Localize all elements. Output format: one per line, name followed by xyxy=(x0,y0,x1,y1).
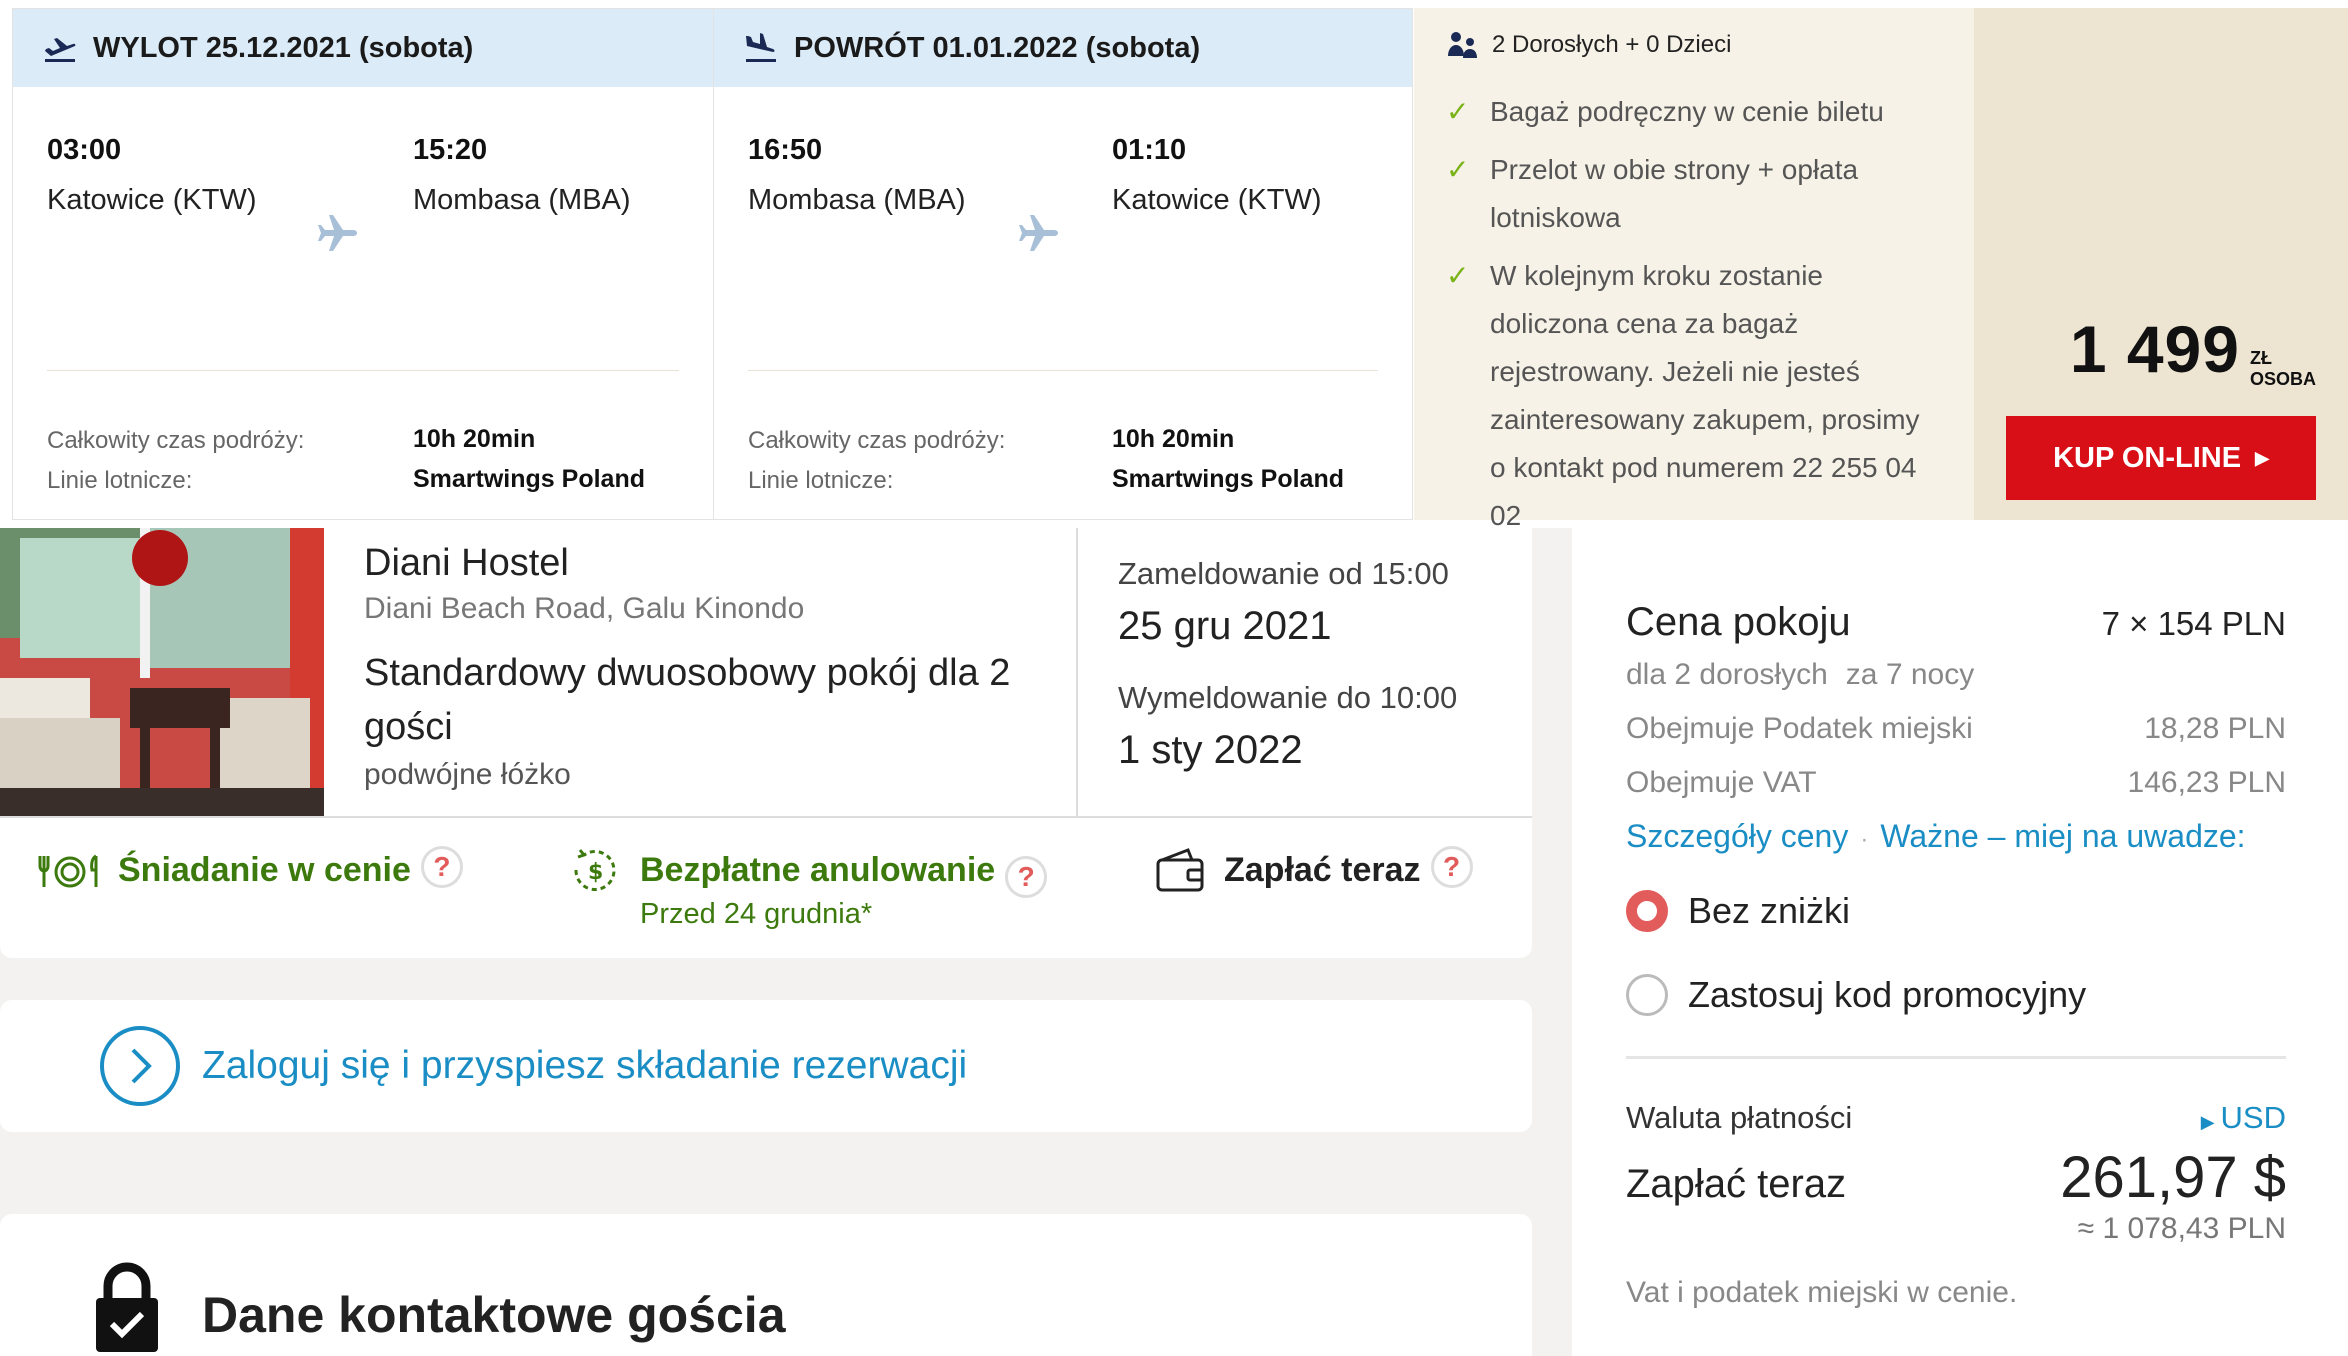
outbound-dep-city: Katowice (KTW) xyxy=(47,184,257,216)
plane-takeoff-icon xyxy=(45,38,76,62)
hotel-card: Diani Hostel Diani Beach Road, Galu Kino… xyxy=(0,528,1532,958)
outbound-airline-label: Linie lotnicze: xyxy=(47,467,193,494)
outbound-duration: 10h 20min xyxy=(413,425,536,453)
nights-info: za 7 nocy xyxy=(1845,658,1975,691)
svg-text:$: $ xyxy=(588,860,603,885)
flight-section: WYLOT 25.12.2021 (sobota) 03:00 15:20 Ka… xyxy=(0,0,2348,531)
help-icon[interactable]: ? xyxy=(1005,855,1048,898)
feature-item: ✓ Bagaż podręczny w cenie biletu xyxy=(1446,88,1942,136)
room-price-label: Cena pokoju xyxy=(1626,600,1851,644)
plane-icon xyxy=(318,215,357,251)
price-summary: Cena pokoju 7 × 154 PLN dla 2 dorosłych … xyxy=(1572,528,2348,1356)
contact-title: Dane kontaktowe gościa xyxy=(202,1287,786,1343)
pay-now-pln: ≈ 1 078,43 PLN xyxy=(2077,1212,2286,1245)
vat-label: Obejmuje VAT xyxy=(1626,766,1817,799)
login-banner[interactable]: Zaloguj się i przyspiesz składanie rezer… xyxy=(0,1000,1532,1132)
room-type: Standardowy dwuosobowy pokój dla 2 gości xyxy=(364,652,1011,748)
guests-info: dla 2 dorosłych xyxy=(1626,658,1828,691)
feature-item: ✓ W kolejnym kroku zostanie doliczona cen… xyxy=(1446,252,1942,540)
return-duration: 10h 20min xyxy=(1112,425,1235,453)
hotel-photo[interactable] xyxy=(0,528,324,816)
checkin-date: 25 gru 2021 xyxy=(1118,604,1332,648)
breakfast-feature: Śniadanie w cenie ? xyxy=(36,846,463,894)
chevron-right-icon xyxy=(100,1026,180,1106)
help-icon[interactable]: ? xyxy=(1430,846,1473,888)
pay-now-value: 261,97 $ xyxy=(2060,1145,2286,1210)
breakfast-icon xyxy=(38,854,98,888)
return-leg: POWRÓT 01.01.2022 (sobota) 16:50 01:10 M… xyxy=(713,8,1413,520)
flight-price-box: 1 499 ZŁ OSOBA KUP ON-LINE ▶ xyxy=(1974,8,2348,520)
bed-type: podwójne łóżko xyxy=(364,758,571,791)
checkin-label: Zameldowanie od 15:00 xyxy=(1118,556,1449,591)
check-icon: ✓ xyxy=(1446,154,1470,185)
currency-label: Waluta płatności xyxy=(1626,1100,1853,1135)
return-dep-city: Mombasa (MBA) xyxy=(748,184,966,216)
flight-price: 1 499 ZŁ OSOBA xyxy=(2069,312,2316,389)
plane-icon xyxy=(1019,215,1058,251)
buy-online-button[interactable]: KUP ON-LINE ▶ xyxy=(2006,416,2316,500)
return-dep-time: 16:50 xyxy=(748,134,823,166)
check-icon: ✓ xyxy=(1446,96,1470,127)
outbound-dep-time: 03:00 xyxy=(47,134,122,166)
promo-code-option[interactable]: Zastosuj kod promocyjny xyxy=(1626,974,2086,1016)
city-tax-label: Obejmuje Podatek miejski xyxy=(1626,712,1973,745)
checkout-label: Wymeldowanie do 10:00 xyxy=(1118,680,1458,715)
return-duration-label: Całkowity czas podróży: xyxy=(748,427,1006,454)
outbound-airline: Smartwings Poland xyxy=(413,465,645,493)
currency-selector[interactable]: ▶ USD xyxy=(2201,1100,2286,1136)
outbound-arr-city: Mombasa (MBA) xyxy=(413,184,631,216)
hotel-address: Diani Beach Road, Galu Kinondo xyxy=(364,592,805,625)
hotel-name[interactable]: Diani Hostel xyxy=(364,542,569,585)
outbound-leg: WYLOT 25.12.2021 (sobota) 03:00 15:20 Ka… xyxy=(12,8,714,520)
cancellation-deadline: Przed 24 grudnia* xyxy=(640,897,873,930)
price-details-link[interactable]: Szczegóły ceny xyxy=(1626,818,1848,854)
refund-icon: $ xyxy=(574,849,616,891)
pay-now-label: Zapłać teraz xyxy=(1626,1162,1847,1206)
arrow-right-icon: ▶ xyxy=(2255,447,2269,468)
checkout-date: 1 sty 2022 xyxy=(1118,728,1303,772)
return-airline: Smartwings Poland xyxy=(1112,465,1344,493)
outbound-arr-time: 15:20 xyxy=(413,134,488,166)
outbound-duration-label: Całkowity czas podróży: xyxy=(47,427,305,454)
login-link[interactable]: Zaloguj się i przyspiesz składanie rezer… xyxy=(202,1044,967,1088)
vat-value: 146,23 PLN xyxy=(2127,766,2286,799)
wallet-icon xyxy=(1156,848,1204,892)
help-icon[interactable]: ? xyxy=(420,846,463,888)
contact-section: Dane kontaktowe gościa xyxy=(0,1214,1532,1356)
radio-selected[interactable] xyxy=(1626,890,1668,932)
radio-unselected[interactable] xyxy=(1626,974,1668,1016)
return-airline-label: Linie lotnicze: xyxy=(748,467,894,494)
important-info-link[interactable]: Ważne – miej na uwadze: xyxy=(1880,818,2245,854)
city-tax-value: 18,28 PLN xyxy=(2144,712,2286,745)
lock-icon xyxy=(96,1262,158,1352)
passengers-count: 2 Dorosłych + 0 Dzieci xyxy=(1492,31,1732,58)
return-header: POWRÓT 01.01.2022 (sobota) xyxy=(714,9,1412,87)
passengers-icon xyxy=(1448,32,1477,58)
plane-landing-icon xyxy=(746,33,776,62)
room-price-value: 7 × 154 PLN xyxy=(2101,605,2286,642)
pay-now-feature: Zapłać teraz ? xyxy=(1154,846,1473,894)
free-cancellation-feature: $ Bezpłatne anulowanie? Przed 24 grudnia… xyxy=(566,846,1048,930)
flight-info-panel: 2 Dorosłych + 0 Dzieci ✓ Bagaż podręczny … xyxy=(1414,8,1974,531)
return-arr-time: 01:10 xyxy=(1112,134,1187,166)
no-discount-option[interactable]: Bez zniżki xyxy=(1626,890,1850,932)
outbound-header: WYLOT 25.12.2021 (sobota) xyxy=(13,9,713,87)
return-arr-city: Katowice (KTW) xyxy=(1112,184,1322,216)
feature-item: ✓ Przelot w obie strony + opłata lotnisko… xyxy=(1446,146,1942,242)
check-icon: ✓ xyxy=(1446,260,1470,291)
caret-right-icon: ▶ xyxy=(2200,1112,2215,1132)
tax-note: Vat i podatek miejski w cenie. xyxy=(1626,1276,2018,1309)
